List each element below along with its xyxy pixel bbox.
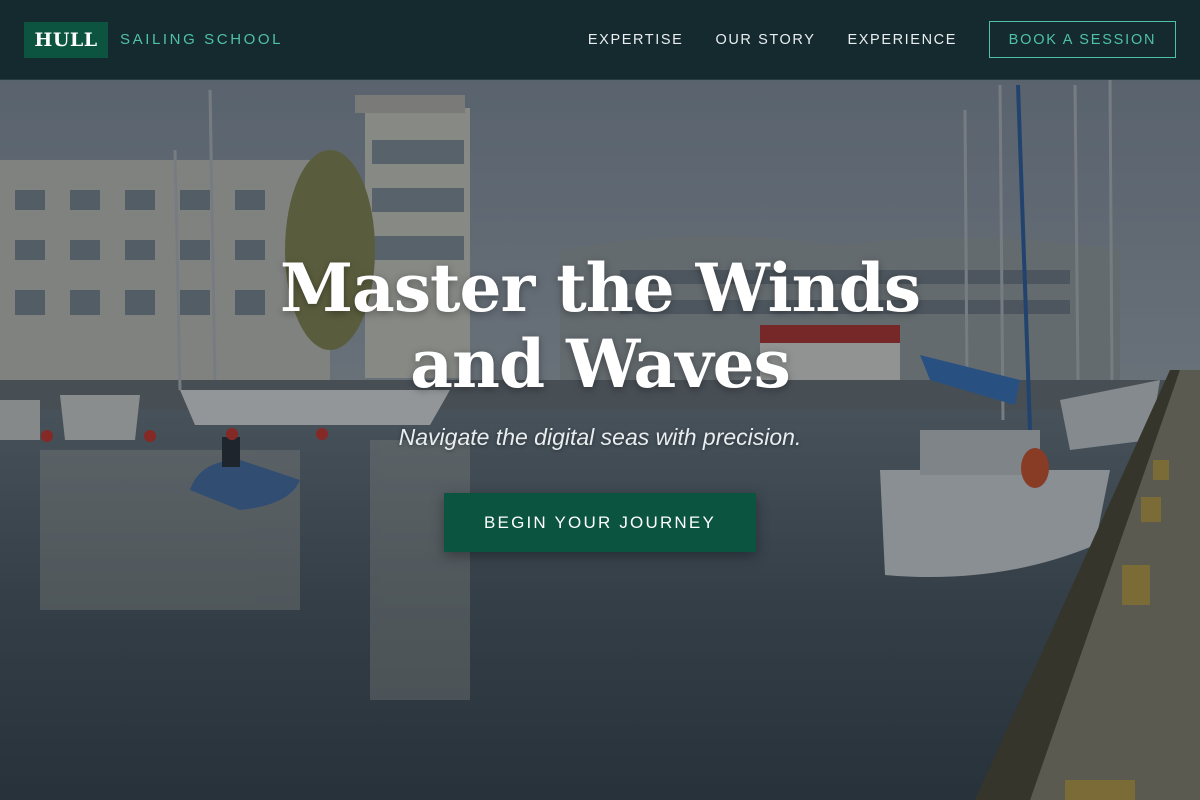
landing-page: HULL SAILING SCHOOL EXPERTISE OUR STORY … <box>0 0 1200 800</box>
nav-link-experience[interactable]: EXPERIENCE <box>848 32 957 48</box>
top-navbar: HULL SAILING SCHOOL EXPERTISE OUR STORY … <box>0 0 1200 80</box>
nav-link-our-story[interactable]: OUR STORY <box>715 32 815 48</box>
hero-title: Master the Winds and Waves <box>280 249 921 403</box>
book-session-button[interactable]: BOOK A SESSION <box>989 21 1176 58</box>
hero-subtitle: Navigate the digital seas with precision… <box>398 424 802 450</box>
brand-logo-link[interactable]: HULL SAILING SCHOOL <box>24 21 284 58</box>
brand-subtitle: SAILING SCHOOL <box>120 31 284 48</box>
hero-section: Master the Winds and Waves Navigate the … <box>0 250 1200 552</box>
nav-link-expertise[interactable]: EXPERTISE <box>588 32 684 48</box>
brand-logo-box: HULL <box>24 21 108 58</box>
begin-journey-button[interactable]: BEGIN YOUR JOURNEY <box>444 493 756 552</box>
nav-menu: EXPERTISE OUR STORY EXPERIENCE BOOK A SE… <box>588 21 1176 58</box>
